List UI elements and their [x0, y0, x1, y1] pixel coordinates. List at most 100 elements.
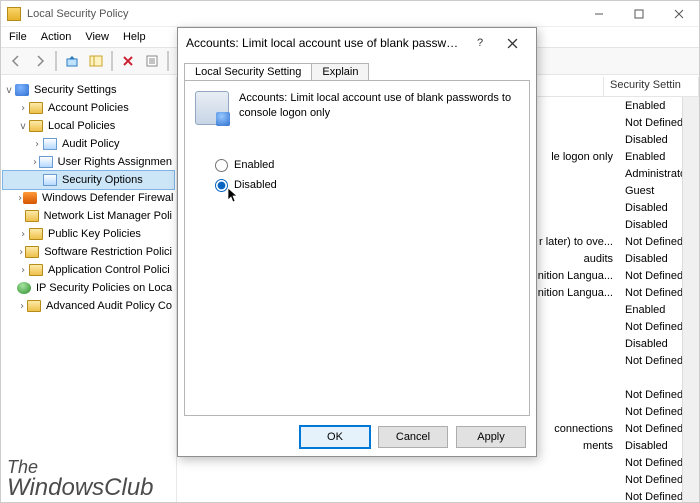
- row-setting: Disabled: [619, 219, 699, 231]
- policy-icon: [195, 91, 229, 125]
- radio-disabled[interactable]: Disabled: [215, 175, 519, 195]
- tree-item[interactable]: ›Public Key Policies: [3, 225, 174, 243]
- tree-item[interactable]: Network List Manager Poli: [3, 207, 174, 225]
- tab-local-security-setting[interactable]: Local Security Setting: [184, 63, 312, 80]
- tree-item[interactable]: Security Options: [3, 171, 174, 189]
- tree-item[interactable]: ›Software Restriction Polici: [3, 243, 174, 261]
- row-setting: Guest: [619, 185, 699, 197]
- main-titlebar: Local Security Policy: [1, 1, 699, 27]
- tree-item-label: User Rights Assignmen: [56, 156, 174, 168]
- book-icon: [43, 138, 57, 150]
- row-setting: Not Defined: [619, 423, 699, 435]
- folder-icon: [29, 228, 43, 240]
- tree-item-label: Windows Defender Firewal: [40, 192, 175, 204]
- tree-item[interactable]: ›User Rights Assignmen: [3, 153, 174, 171]
- tree-item-label: Public Key Policies: [46, 228, 143, 240]
- folder-icon: [25, 210, 39, 222]
- folder-icon: [27, 300, 41, 312]
- dialog-title: Accounts: Limit local account use of bla…: [186, 36, 464, 50]
- forward-button[interactable]: [29, 50, 51, 72]
- security-settings-icon: [15, 84, 29, 96]
- folder-icon: [25, 246, 39, 258]
- list-row[interactable]: Not Defined: [177, 488, 699, 502]
- row-setting: Not Defined: [619, 270, 699, 282]
- properties-button[interactable]: [141, 50, 163, 72]
- row-setting: Disabled: [619, 134, 699, 146]
- tree-item-label: Account Policies: [46, 102, 131, 114]
- folder-icon: [29, 264, 43, 276]
- row-setting: Not Defined: [619, 389, 699, 401]
- tree-item-label: Local Policies: [46, 120, 117, 132]
- tree-item[interactable]: ›Windows Defender Firewal: [3, 189, 174, 207]
- ok-button[interactable]: OK: [300, 426, 370, 448]
- globe-icon: [17, 282, 31, 294]
- tree-item[interactable]: ›Account Policies: [3, 99, 174, 117]
- cancel-button[interactable]: Cancel: [378, 426, 448, 448]
- row-setting: Not Defined: [619, 491, 699, 503]
- row-setting: Not Defined: [619, 236, 699, 248]
- menu-action[interactable]: Action: [41, 31, 72, 43]
- maximize-button[interactable]: [619, 1, 659, 27]
- row-setting: Not Defined: [619, 117, 699, 129]
- apply-button[interactable]: Apply: [456, 426, 526, 448]
- toolbar-separator: [55, 51, 57, 71]
- app-icon: [7, 7, 21, 21]
- row-setting: Disabled: [619, 338, 699, 350]
- dialog-titlebar[interactable]: Accounts: Limit local account use of bla…: [178, 28, 536, 58]
- up-level-button[interactable]: [61, 50, 83, 72]
- close-button[interactable]: [659, 1, 699, 27]
- row-setting: Not Defined: [619, 406, 699, 418]
- row-setting: Enabled: [619, 151, 699, 163]
- tree-item-label: Software Restriction Polici: [42, 246, 174, 258]
- show-hide-tree-button[interactable]: [85, 50, 107, 72]
- row-setting: Not Defined: [619, 321, 699, 333]
- row-setting: Administrato: [619, 168, 699, 180]
- dialog-body: Accounts: Limit local account use of bla…: [184, 80, 530, 416]
- menu-file[interactable]: File: [9, 31, 27, 43]
- tree-item-label: Application Control Polici: [46, 264, 172, 276]
- tree-item-label: Audit Policy: [60, 138, 121, 150]
- toolbar-separator: [167, 51, 169, 71]
- minimize-button[interactable]: [579, 1, 619, 27]
- console-tree[interactable]: vSecurity Settings ›Account PoliciesvLoc…: [1, 77, 177, 502]
- dialog-close-button[interactable]: [496, 31, 528, 55]
- properties-dialog: Accounts: Limit local account use of bla…: [177, 27, 537, 457]
- book-icon: [39, 156, 53, 168]
- dialog-tabs: Local Security Setting Explain: [178, 58, 536, 80]
- row-setting: Disabled: [619, 440, 699, 452]
- tree-item[interactable]: ›Advanced Audit Policy Co: [3, 297, 174, 315]
- row-setting: Enabled: [619, 100, 699, 112]
- tree-item-label: Advanced Audit Policy Co: [44, 300, 174, 312]
- tree-item[interactable]: IP Security Policies on Loca: [3, 279, 174, 297]
- menu-view[interactable]: View: [85, 31, 109, 43]
- toolbar-separator: [111, 51, 113, 71]
- folder-icon: [29, 120, 43, 132]
- tab-explain[interactable]: Explain: [311, 63, 369, 80]
- column-security-setting[interactable]: Security Settin: [604, 77, 699, 96]
- cursor-icon: [225, 187, 241, 205]
- radio-enabled-input[interactable]: [215, 159, 228, 172]
- tree-root[interactable]: Security Settings: [32, 84, 119, 96]
- row-setting: Not Defined: [619, 474, 699, 486]
- radio-enabled-label: Enabled: [234, 159, 274, 171]
- tree-item[interactable]: vLocal Policies: [3, 117, 174, 135]
- row-setting: Enabled: [619, 304, 699, 316]
- fire-icon: [23, 192, 37, 204]
- delete-button[interactable]: [117, 50, 139, 72]
- dialog-help-button[interactable]: ?: [464, 31, 496, 55]
- list-row[interactable]: Not Defined: [177, 471, 699, 488]
- row-setting: Disabled: [619, 202, 699, 214]
- tree-item[interactable]: ›Audit Policy: [3, 135, 174, 153]
- row-setting: Disabled: [619, 253, 699, 265]
- row-setting: Not Defined: [619, 287, 699, 299]
- back-button[interactable]: [5, 50, 27, 72]
- policy-description: Accounts: Limit local account use of bla…: [239, 91, 519, 121]
- tree-item[interactable]: ›Application Control Polici: [3, 261, 174, 279]
- radio-enabled[interactable]: Enabled: [215, 155, 519, 175]
- row-setting: Not Defined: [619, 355, 699, 367]
- watermark: The WindowsClub: [7, 458, 154, 500]
- tree-item-label: Network List Manager Poli: [42, 210, 174, 222]
- menu-help[interactable]: Help: [123, 31, 146, 43]
- folder-icon: [29, 102, 43, 114]
- tree-item-label: IP Security Policies on Loca: [34, 282, 174, 294]
